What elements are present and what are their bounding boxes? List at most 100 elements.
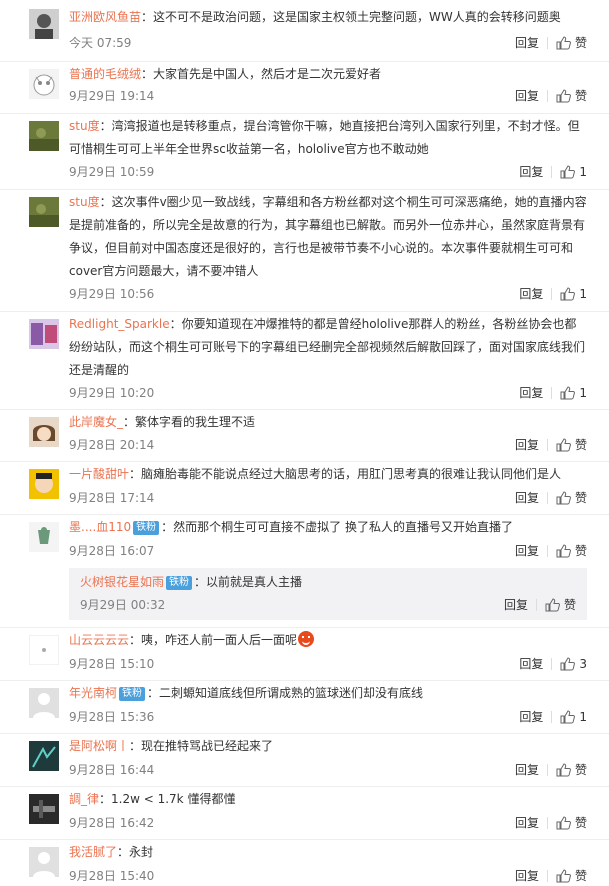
reply-button[interactable]: 回复 (519, 710, 543, 724)
avatar[interactable] (29, 9, 59, 39)
comment-item: stu度：这次事件v圈少见一致战线，字幕组和各方粉丝都对这个桐生可可深恶痛绝，她… (0, 190, 609, 312)
reply-button[interactable]: 回复 (519, 165, 543, 179)
reply-button[interactable]: 回复 (519, 657, 543, 671)
username-link[interactable]: 墨....血110 (69, 520, 131, 534)
comment-text: stu度：这次事件v圈少见一致战线，字幕组和各方粉丝都对这个桐生可可深恶痛绝，她… (69, 191, 587, 283)
reply-button[interactable]: 回复 (515, 763, 539, 777)
username-link[interactable]: Redlight_Sparkle (69, 317, 170, 331)
like-button[interactable]: 赞 (556, 36, 587, 50)
username-link[interactable]: 火树银花星如雨 (80, 575, 164, 589)
comment-item: 亚洲欧风鱼苗：这不可不是政治问题，这是国家主权领土完整问题，WW人真的会转移问题… (0, 0, 609, 62)
username-link[interactable]: 一片酸甜叶 (69, 467, 129, 481)
avatar[interactable] (29, 69, 59, 99)
like-count: 1 (579, 287, 587, 301)
fan-badge: 铁粉 (166, 576, 193, 590)
like-button[interactable]: 1 (560, 386, 587, 400)
comment-time: 9月28日 17:14 (69, 491, 155, 505)
thumb-up-icon (560, 657, 576, 671)
like-button[interactable]: 赞 (556, 89, 587, 103)
comment-actions: 回复 1 (519, 386, 587, 400)
like-count: 赞 (574, 869, 587, 883)
like-button[interactable]: 赞 (545, 598, 576, 612)
like-button[interactable]: 赞 (556, 763, 587, 777)
comment-item: 我活腻了：永封 9月28日 15:40 回复 赞 (0, 840, 609, 886)
angry-face-emoji-icon (298, 631, 315, 647)
comment-body: ：咦，咋还人前一面人后一面呢 (129, 633, 298, 647)
reply-button[interactable]: 回复 (515, 36, 539, 50)
like-button[interactable]: 1 (560, 165, 587, 179)
reply-button[interactable]: 回复 (504, 598, 528, 612)
username-link[interactable]: 亚洲欧风鱼苗 (69, 10, 141, 24)
username-link[interactable]: 此岸魔女_ (69, 415, 123, 429)
comment-time: 9月28日 20:14 (69, 438, 155, 452)
divider (546, 37, 548, 49)
comment-time: 9月28日 16:44 (69, 763, 155, 777)
avatar[interactable] (29, 319, 59, 349)
like-count: 赞 (563, 598, 576, 612)
avatar[interactable] (29, 847, 59, 877)
like-button[interactable]: 1 (560, 710, 587, 724)
reply-text: 火树银花星如雨 铁粉 ：以前就是真人主播 (80, 571, 576, 594)
reply-button[interactable]: 回复 (515, 869, 539, 883)
like-button[interactable]: 赞 (556, 438, 587, 452)
username-link[interactable]: 是阿松啊丨 (69, 739, 129, 753)
reply-body: ：以前就是真人主播 (194, 575, 303, 589)
divider (546, 545, 548, 557)
comment-item: 調_律：1.2w < 1.7k 懂得都懂 9月28日 16:42 回复 赞 (0, 787, 609, 840)
comment-item: 年光南柯 铁粉 ：二刺螈知道底线但所谓成熟的篮球迷们却没有底线 9月28日 15:3… (0, 681, 609, 734)
reply-button[interactable]: 回复 (515, 816, 539, 830)
comment-body: ：脑瘫胎毒能不能说点经过大脑思考的话，用肛门思考真的很难让我认同他们是人 (129, 467, 562, 481)
reply-button[interactable]: 回复 (519, 287, 543, 301)
like-button[interactable]: 赞 (556, 869, 587, 883)
avatar[interactable] (29, 417, 59, 447)
thumb-up-icon (556, 491, 571, 505)
comment-body: ：湾湾报道也是转移重点，提台湾管你干嘛，她直接把台湾列入国家行列里，不封才怪。但… (69, 119, 580, 156)
username-link[interactable]: 我活腻了 (69, 845, 117, 859)
username-link[interactable]: 普通的毛绒绒 (69, 67, 141, 81)
comment-item: 此岸魔女_：繁体字看的我生理不适 9月28日 20:14 回复 赞 (0, 410, 609, 462)
reply-button[interactable]: 回复 (515, 544, 539, 558)
like-count: 赞 (574, 89, 587, 103)
like-count: 赞 (574, 763, 587, 777)
divider (546, 764, 548, 776)
divider (546, 90, 548, 102)
reply-button[interactable]: 回复 (515, 438, 539, 452)
like-button[interactable]: 1 (560, 287, 587, 301)
comment-body: ：大家首先是中国人，然后才是二次元爱好者 (141, 67, 382, 81)
like-button[interactable]: 赞 (556, 544, 587, 558)
like-button[interactable]: 3 (560, 657, 587, 671)
username-link[interactable]: stu度 (69, 195, 100, 209)
comment-time: 9月29日 10:20 (69, 386, 155, 400)
avatar[interactable] (29, 741, 59, 771)
comment-time: 9月29日 10:56 (69, 287, 155, 301)
avatar[interactable] (29, 635, 59, 665)
thumb-up-icon (556, 36, 571, 50)
divider (551, 387, 553, 399)
like-button[interactable]: 赞 (556, 491, 587, 505)
username-link[interactable]: stu度 (69, 119, 100, 133)
reply-button[interactable]: 回复 (515, 89, 539, 103)
reply-button[interactable]: 回复 (519, 386, 543, 400)
avatar[interactable] (29, 688, 59, 718)
username-link[interactable]: 年光南柯 (69, 686, 117, 700)
username-link[interactable]: 調_律 (69, 792, 99, 806)
comment-text: 墨....血110 铁粉 ：然而那个桐生可可直接不虚拟了 换了私人的直播号又开始直播… (69, 516, 587, 539)
avatar[interactable] (29, 469, 59, 499)
avatar[interactable] (29, 197, 59, 227)
comment-body: ：现在推特骂战已经起来了 (129, 739, 274, 753)
comment-body: ：这次事件v圈少见一致战线，字幕组和各方粉丝都对这个桐生可可深恶痛绝，她的直播内… (69, 195, 587, 278)
like-button[interactable]: 赞 (556, 816, 587, 830)
comment-body: ：繁体字看的我生理不适 (123, 415, 256, 429)
divider (535, 599, 537, 611)
avatar[interactable] (29, 121, 59, 151)
reply-button[interactable]: 回复 (515, 491, 539, 505)
divider (551, 288, 553, 300)
avatar[interactable] (29, 522, 59, 552)
comment-body: ：永封 (117, 845, 154, 859)
comment-time: 9月29日 10:59 (69, 165, 155, 179)
username-link[interactable]: 山云云云云 (69, 633, 129, 647)
divider (546, 870, 548, 882)
avatar[interactable] (29, 794, 59, 824)
like-count: 1 (579, 386, 587, 400)
comment-text: Redlight_Sparkle：你要知道现在冲爆推特的都是曾经hololive… (69, 313, 587, 382)
